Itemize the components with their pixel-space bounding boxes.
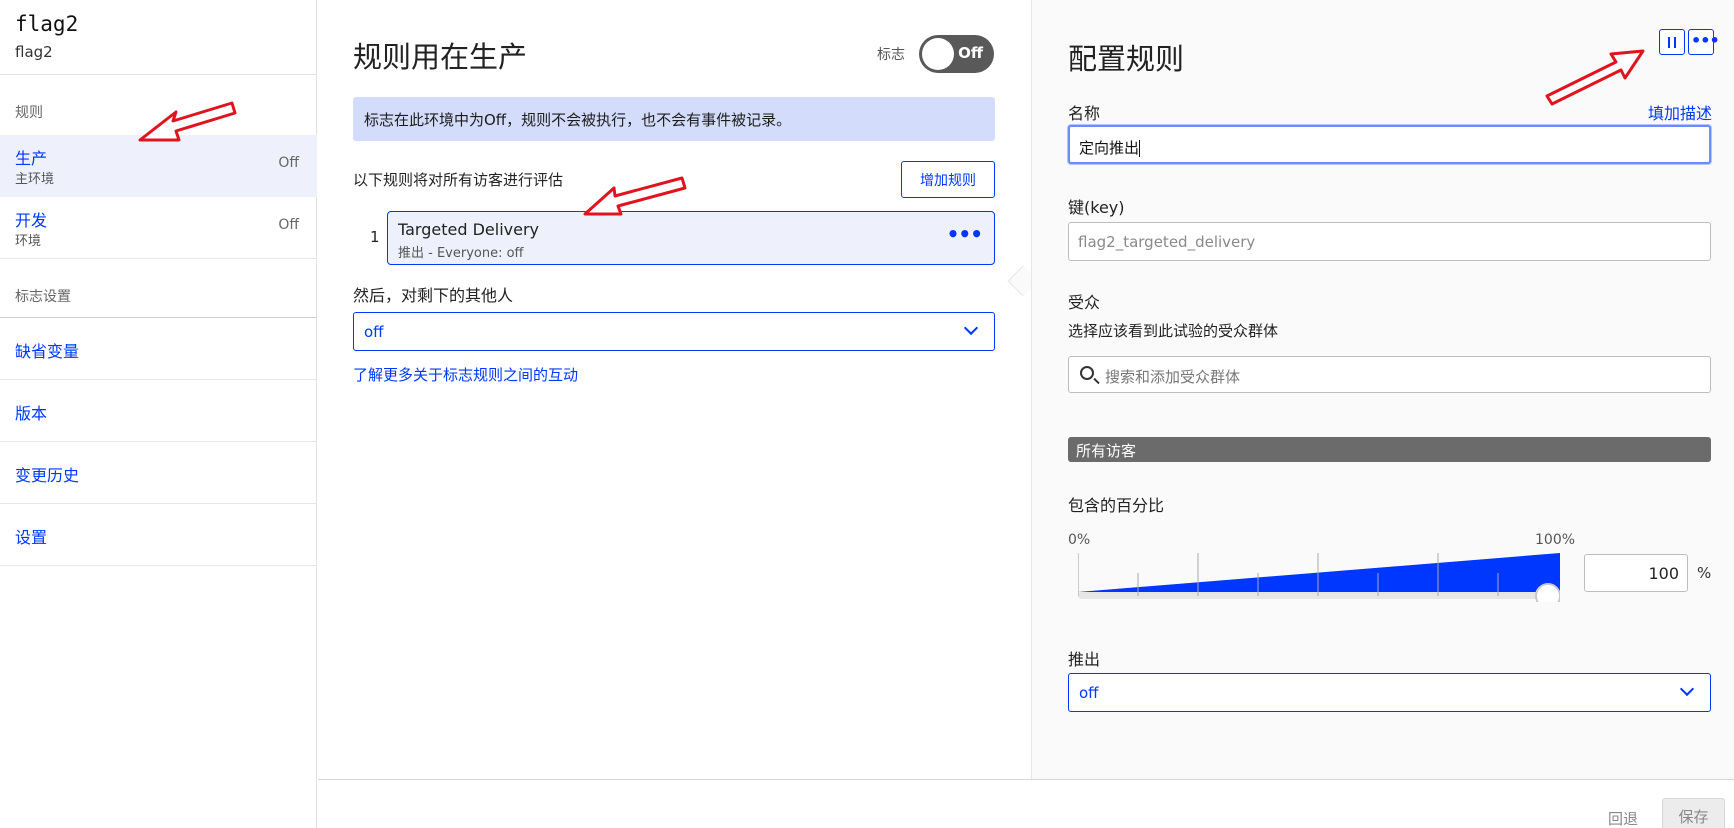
fallthrough-select[interactable]: off	[353, 312, 995, 351]
slider-track	[1078, 592, 1560, 599]
percent-value: 100	[1648, 564, 1679, 583]
percent-input[interactable]: 100	[1584, 554, 1688, 592]
pause-icon	[1668, 37, 1676, 48]
more-dots-icon: •••	[1691, 31, 1720, 50]
undo-button[interactable]: 回退	[1608, 808, 1638, 828]
sidebar-item-settings[interactable]: 设置	[0, 504, 317, 566]
key-input[interactable]: flag2_targeted_delivery	[1068, 222, 1711, 261]
divider	[0, 74, 317, 75]
slider-fill	[1078, 553, 1560, 592]
page-title: 规则用在生产	[353, 40, 528, 74]
env-item-development[interactable]: 开发 环境 Off	[0, 197, 317, 259]
eval-label: 以下规则将对所有访客进行评估	[353, 171, 564, 189]
footer-bar: 回退 保存	[318, 779, 1734, 828]
audience-label: 受众	[1068, 293, 1101, 312]
more-options-button[interactable]: •••	[1688, 29, 1720, 55]
pause-button[interactable]	[1659, 29, 1685, 55]
audience-chip-label: 所有访客	[1076, 442, 1137, 460]
chevron-down-icon	[1679, 681, 1695, 697]
sidebar-item-label: 变更历史	[15, 466, 80, 485]
sidebar-item-versions[interactable]: 版本	[0, 380, 317, 442]
chevron-down-icon	[963, 320, 979, 336]
sidebar-item-label: 缺省变量	[15, 342, 80, 361]
toggle-knob	[922, 38, 954, 70]
name-value: 定向推出	[1079, 139, 1140, 157]
percent-sign: %	[1697, 564, 1712, 582]
env-status: Off	[278, 155, 299, 171]
search-placeholder: 搜索和添加受众群体	[1105, 368, 1241, 386]
sidebar-item-default-variation[interactable]: 缺省变量	[0, 318, 317, 380]
configure-rule-panel: 配置规则 ••• 名称 填加描述 定向推出 键(key) flag2_targe…	[1031, 0, 1734, 780]
search-icon	[1080, 366, 1094, 380]
audience-chip: 所有访客	[1068, 437, 1711, 462]
save-button[interactable]: 保存	[1662, 798, 1725, 828]
panel-title: 配置规则	[1068, 42, 1185, 76]
add-rule-button[interactable]: 增加规则	[901, 161, 995, 198]
key-label: 键(key)	[1068, 198, 1125, 217]
flag-settings-section-label: 标志设置	[15, 289, 71, 305]
env-name: 生产	[15, 149, 48, 168]
toggle-state: Off	[958, 44, 983, 62]
flag-toggle-label: 标志	[877, 47, 905, 63]
sidebar-item-label: 版本	[15, 404, 48, 423]
sidebar-item-label: 设置	[15, 528, 48, 547]
name-label: 名称	[1068, 104, 1101, 123]
rollout-label: 推出	[1068, 650, 1101, 669]
env-desc: 主环境	[15, 172, 55, 187]
env-desc: 环境	[15, 234, 42, 249]
flag-name: flag2	[15, 43, 53, 61]
select-value: off	[1079, 684, 1099, 702]
name-input[interactable]: 定向推出	[1068, 125, 1711, 164]
rule-card[interactable]: Targeted Delivery 推出 - Everyone: off •••	[387, 211, 995, 265]
flag-toggle[interactable]: Off	[919, 35, 994, 73]
notice-banner: 标志在此环境中为Off，规则不会被执行，也不会有事件被记录。	[353, 97, 995, 141]
sidebar: flag2 flag2 规则 生产 主环境 Off 开发 环境 Off 标志设置…	[0, 0, 317, 828]
text-caret	[1139, 140, 1141, 157]
audience-search-input[interactable]: 搜索和添加受众群体	[1068, 356, 1711, 393]
add-description-link[interactable]: 填加描述	[1648, 100, 1712, 124]
learn-more-link[interactable]: 了解更多关于标志规则之间的互动	[353, 364, 578, 385]
notice-text: 标志在此环境中为Off，规则不会被执行，也不会有事件被记录。	[364, 111, 792, 129]
rules-panel: 规则用在生产 标志 Off 标志在此环境中为Off，规则不会被执行，也不会有事件…	[318, 0, 1031, 780]
rule-desc: 推出 - Everyone: off	[398, 246, 524, 261]
rollout-select[interactable]: off	[1068, 673, 1711, 712]
more-dots-icon[interactable]: •••	[947, 222, 983, 246]
slider-handle	[1535, 583, 1560, 602]
env-item-production[interactable]: 生产 主环境 Off	[0, 135, 317, 197]
percent-slider[interactable]	[1078, 545, 1560, 602]
fallthrough-label: 然后，对剩下的其他人	[353, 286, 514, 305]
sidebar-item-history[interactable]: 变更历史	[0, 442, 317, 504]
rule-name: Targeted Delivery	[398, 220, 539, 239]
rules-section-label: 规则	[15, 105, 43, 121]
key-placeholder: flag2_targeted_delivery	[1078, 233, 1256, 251]
flag-key-title: flag2	[15, 12, 79, 36]
select-value: off	[364, 323, 384, 341]
env-status: Off	[278, 217, 299, 233]
percent-label: 包含的百分比	[1068, 496, 1165, 515]
audience-subtitle: 选择应该看到此试验的受众群体	[1068, 322, 1279, 340]
rule-index: 1	[370, 228, 380, 246]
env-name: 开发	[15, 211, 48, 230]
